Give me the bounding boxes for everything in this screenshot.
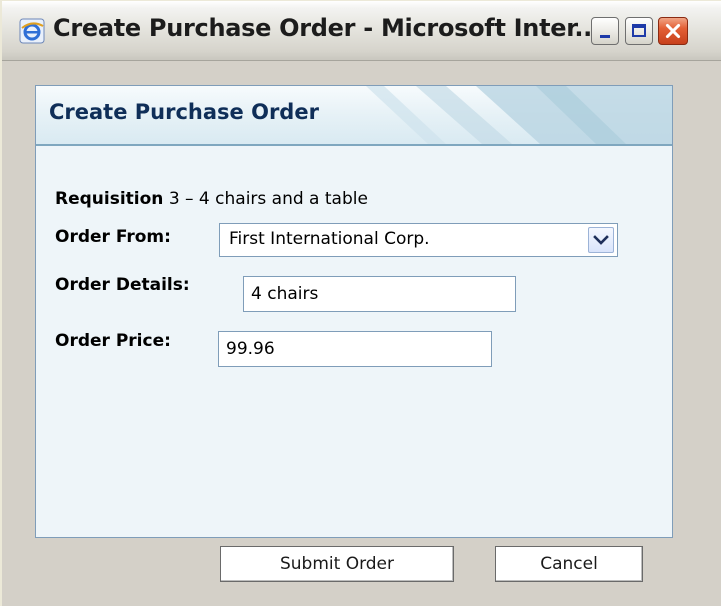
chevron-down-icon [593, 235, 609, 245]
order-price-input[interactable]: 99.96 [218, 331, 492, 367]
panel-title: Create Purchase Order [49, 100, 319, 124]
maximize-button[interactable] [625, 17, 653, 45]
maximize-icon [632, 24, 646, 37]
title-bar[interactable]: Create Purchase Order - Microsoft Inter.… [2, 1, 721, 61]
submit-order-button[interactable]: Submit Order [220, 546, 454, 582]
window-title: Create Purchase Order - Microsoft Inter.… [53, 14, 601, 42]
order-from-select[interactable]: First International Corp. [219, 223, 618, 257]
browser-window: Create Purchase Order - Microsoft Inter.… [0, 0, 721, 606]
order-price-label: Order Price: [55, 331, 171, 351]
minimize-button[interactable] [591, 17, 619, 45]
purchase-order-panel: Create Purchase Order Requisition 3 – 4 … [35, 85, 673, 538]
order-details-label: Order Details: [55, 275, 190, 295]
requisition-value: 3 – 4 chairs and a table [168, 189, 368, 209]
dropdown-button[interactable] [588, 227, 614, 253]
cancel-button[interactable]: Cancel [495, 546, 643, 582]
order-from-selected: First International Corp. [229, 229, 430, 249]
requisition-row: Requisition 3 – 4 chairs and a table [55, 189, 368, 209]
requisition-label: Requisition [55, 189, 164, 209]
internet-explorer-icon [19, 18, 45, 44]
order-details-input[interactable]: 4 chairs [243, 276, 516, 312]
order-from-label: Order From: [55, 227, 171, 247]
close-button[interactable] [658, 17, 688, 45]
close-icon [665, 23, 681, 39]
minimize-icon [600, 35, 610, 38]
panel-header: Create Purchase Order [36, 86, 672, 146]
